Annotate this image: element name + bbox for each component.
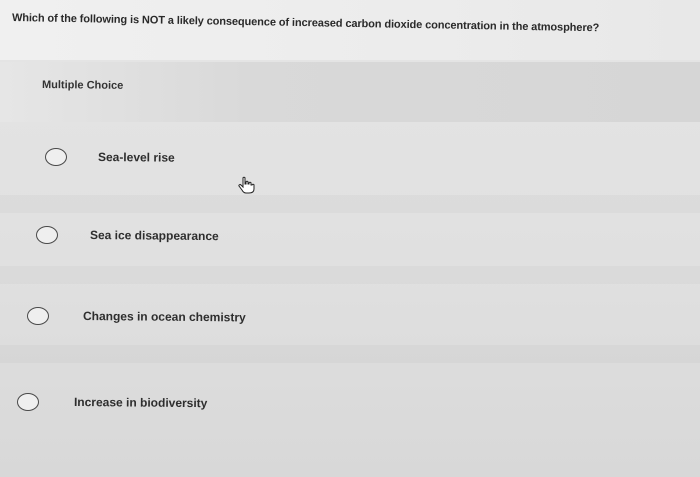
divider — [0, 345, 700, 363]
option-increase-in-biodiversity[interactable]: Increase in biodiversity — [17, 393, 207, 411]
option-label: Increase in biodiversity — [73, 395, 208, 411]
hand-pointer-icon — [238, 176, 255, 194]
option-label: Sea-level rise — [97, 150, 175, 165]
option-label: Changes in ocean chemistry — [82, 309, 246, 325]
divider — [0, 266, 700, 284]
option-label: Sea ice disappearance — [89, 228, 219, 244]
radio-button[interactable] — [27, 307, 49, 325]
question-type-band — [0, 62, 700, 122]
radio-button[interactable] — [36, 226, 58, 244]
question-type-label: Multiple Choice — [41, 79, 124, 92]
option-changes-in-ocean-chemistry[interactable]: Changes in ocean chemistry — [27, 307, 246, 325]
radio-button[interactable] — [17, 393, 39, 411]
option-sea-ice-disappearance[interactable]: Sea ice disappearance — [36, 226, 219, 244]
option-sea-level-rise[interactable]: Sea-level rise — [45, 148, 175, 166]
radio-button[interactable] — [45, 148, 67, 166]
divider — [0, 195, 700, 213]
